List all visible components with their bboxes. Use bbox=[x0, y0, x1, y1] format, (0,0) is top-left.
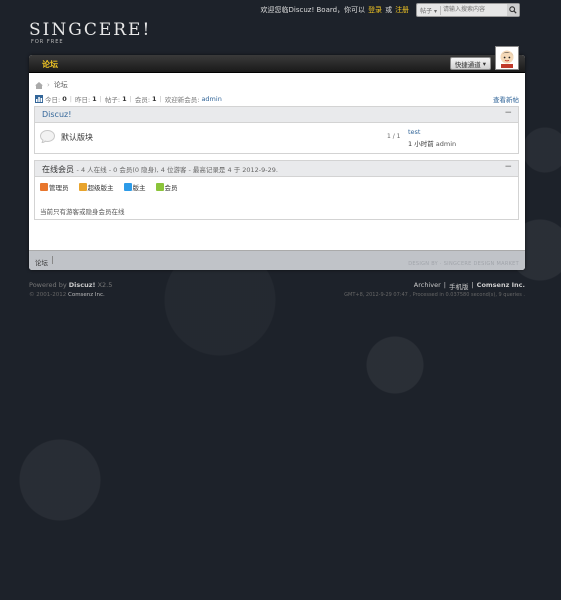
nav-tab-forum[interactable]: 论坛 bbox=[42, 59, 58, 70]
online-members-box: 在线会员 - 4 人在线 - 0 会员(0 隐身), 4 位游客 - 最高记录是… bbox=[34, 160, 519, 220]
breadcrumb: › 论坛 bbox=[35, 80, 68, 90]
last-post-meta: 1 小时前 admin bbox=[408, 138, 456, 148]
search-box: 帖子 ▾ bbox=[416, 3, 520, 17]
last-post-author[interactable]: admin bbox=[436, 140, 456, 148]
stat-today: 0 bbox=[62, 95, 67, 103]
stat-yesterday-label: 昨日: bbox=[74, 96, 91, 104]
top-bar: 欢迎您临Discuz! Board，你可以 登录 或 注册 帖子 ▾ bbox=[261, 3, 520, 17]
online-title-text[interactable]: 在线会员 bbox=[42, 165, 74, 174]
search-input[interactable] bbox=[441, 5, 507, 15]
copyright: © 2001-2012 Comsenz Inc. bbox=[29, 292, 105, 298]
online-title: 在线会员 - 4 人在线 - 0 会员(0 隐身), 4 位游客 - 最高记录是… bbox=[42, 164, 278, 175]
stat-yesterday: 1 bbox=[92, 95, 97, 103]
new-member-link[interactable]: admin bbox=[201, 95, 221, 103]
stat-posts-label: 帖子: bbox=[104, 96, 121, 104]
powered-by: Powered by Discuz! X2.5 bbox=[29, 281, 112, 289]
forum-counts: 1 / 1 bbox=[387, 133, 401, 140]
online-note: 当前只有游客或隐身会员在线 bbox=[40, 208, 125, 216]
legend-moderator-label: 版主 bbox=[132, 184, 146, 192]
comsenz-link[interactable]: Comsenz Inc. bbox=[68, 292, 105, 298]
last-post-time[interactable]: 1 小时前 bbox=[408, 140, 434, 148]
search-icon bbox=[509, 6, 517, 14]
forum-stats: 今日: 0 | 昨日: 1 | 帖子: 1 | 会员: 1 | 欢迎新会员: admin bbox=[35, 94, 222, 104]
or-text: 或 bbox=[385, 6, 393, 14]
home-icon[interactable] bbox=[35, 81, 43, 89]
footer-divider bbox=[52, 256, 53, 264]
view-new-posts-link[interactable]: 查看新帖 bbox=[493, 94, 519, 104]
footer-forum-link[interactable]: 论坛 bbox=[35, 257, 48, 267]
breadcrumb-current[interactable]: 论坛 bbox=[54, 80, 68, 90]
category-title[interactable]: Discuz! bbox=[42, 110, 71, 119]
legend-admin-label: 管理员 bbox=[49, 184, 69, 192]
version-text: X2.5 bbox=[97, 281, 113, 289]
welcome-new-member-label: 欢迎新会员: bbox=[164, 96, 200, 104]
design-credit: DESIGN BY · SINGCERE DESIGN MARKET bbox=[408, 261, 519, 267]
legend-super-moderator: 超级版主 bbox=[78, 182, 114, 192]
forum-name[interactable]: 默认版块 bbox=[61, 132, 93, 143]
stat-members-label: 会员: bbox=[134, 96, 151, 104]
stat-members: 1 bbox=[152, 95, 157, 103]
welcome-text: 欢迎您临Discuz! Board，你可以 bbox=[260, 6, 366, 14]
legend-member-label: 会员 bbox=[164, 184, 178, 192]
moderator-icon bbox=[123, 183, 132, 191]
site-logo[interactable]: SINGCERE! bbox=[29, 22, 151, 39]
member-icon bbox=[155, 183, 164, 191]
login-link[interactable]: 登录 bbox=[368, 5, 382, 15]
category-box: Discuz! − 默认版块 1 / 1 test 1 小时前 admin bbox=[34, 106, 519, 154]
collapse-icon[interactable]: − bbox=[504, 162, 512, 172]
legend-moderator: 版主 bbox=[123, 182, 146, 192]
online-summary: - 4 人在线 - 0 会员(0 隐身), 4 位游客 - 最高记录是 4 于 … bbox=[76, 166, 278, 174]
super-moderator-icon bbox=[78, 183, 87, 191]
last-post-title[interactable]: test bbox=[408, 128, 420, 136]
copyright-years: © 2001-2012 bbox=[29, 292, 67, 298]
main-panel: 论坛 快捷通道 ▾ › 论坛 今日: 0 | 昨日: 1 | 帖子: 1 | 会员: 1 | 欢… bbox=[29, 55, 525, 270]
powered-by-text: Powered by bbox=[29, 281, 67, 289]
collapse-icon[interactable]: − bbox=[504, 108, 512, 118]
register-link[interactable]: 注册 bbox=[395, 5, 409, 15]
legend-member: 会员 bbox=[155, 182, 178, 192]
discuz-link[interactable]: Discuz! bbox=[69, 281, 96, 289]
company-link[interactable]: Comsenz Inc. bbox=[477, 281, 525, 291]
legend-admin: 管理员 bbox=[40, 182, 69, 192]
chart-icon bbox=[35, 95, 43, 103]
forum-icon[interactable] bbox=[40, 130, 55, 143]
member-legend: 管理员 超级版主 版主 会员 bbox=[35, 177, 518, 192]
site-logo-tagline: FOR FREE bbox=[31, 39, 64, 45]
quick-nav-label: 快捷通道 bbox=[454, 60, 481, 69]
forum-row: 默认版块 1 / 1 test 1 小时前 admin bbox=[35, 123, 518, 151]
panel-footer: 论坛 DESIGN BY · SINGCERE DESIGN MARKET bbox=[29, 250, 525, 270]
category-header: Discuz! − bbox=[35, 107, 518, 123]
admin-icon bbox=[40, 183, 48, 191]
chevron-down-icon: ▾ bbox=[482, 59, 486, 68]
archiver-link[interactable]: Archiver bbox=[414, 281, 441, 291]
stat-today-label: 今日: bbox=[45, 96, 61, 104]
quick-nav-button[interactable]: 快捷通道 ▾ bbox=[449, 57, 491, 70]
user-avatar-icon bbox=[500, 50, 514, 68]
legend-super-moderator-label: 超级版主 bbox=[87, 184, 114, 192]
search-button[interactable] bbox=[507, 4, 519, 16]
mobile-link[interactable]: 手机版 bbox=[449, 281, 469, 291]
search-scope-select[interactable]: 帖子 ▾ bbox=[417, 5, 441, 15]
online-header: 在线会员 - 4 人在线 - 0 会员(0 隐身), 4 位游客 - 最高记录是… bbox=[35, 161, 518, 177]
breadcrumb-separator: › bbox=[47, 81, 50, 89]
footer-links: Archiver | 手机版 | Comsenz Inc. bbox=[413, 281, 525, 291]
search-scope-label: 帖子 bbox=[420, 7, 433, 15]
stat-posts: 1 bbox=[122, 95, 127, 103]
nav-bar: 论坛 快捷通道 ▾ bbox=[29, 55, 525, 73]
processing-info: GMT+8, 2012-9-29 07:47 , Processed in 0.… bbox=[344, 292, 525, 298]
avatar[interactable] bbox=[495, 46, 519, 70]
